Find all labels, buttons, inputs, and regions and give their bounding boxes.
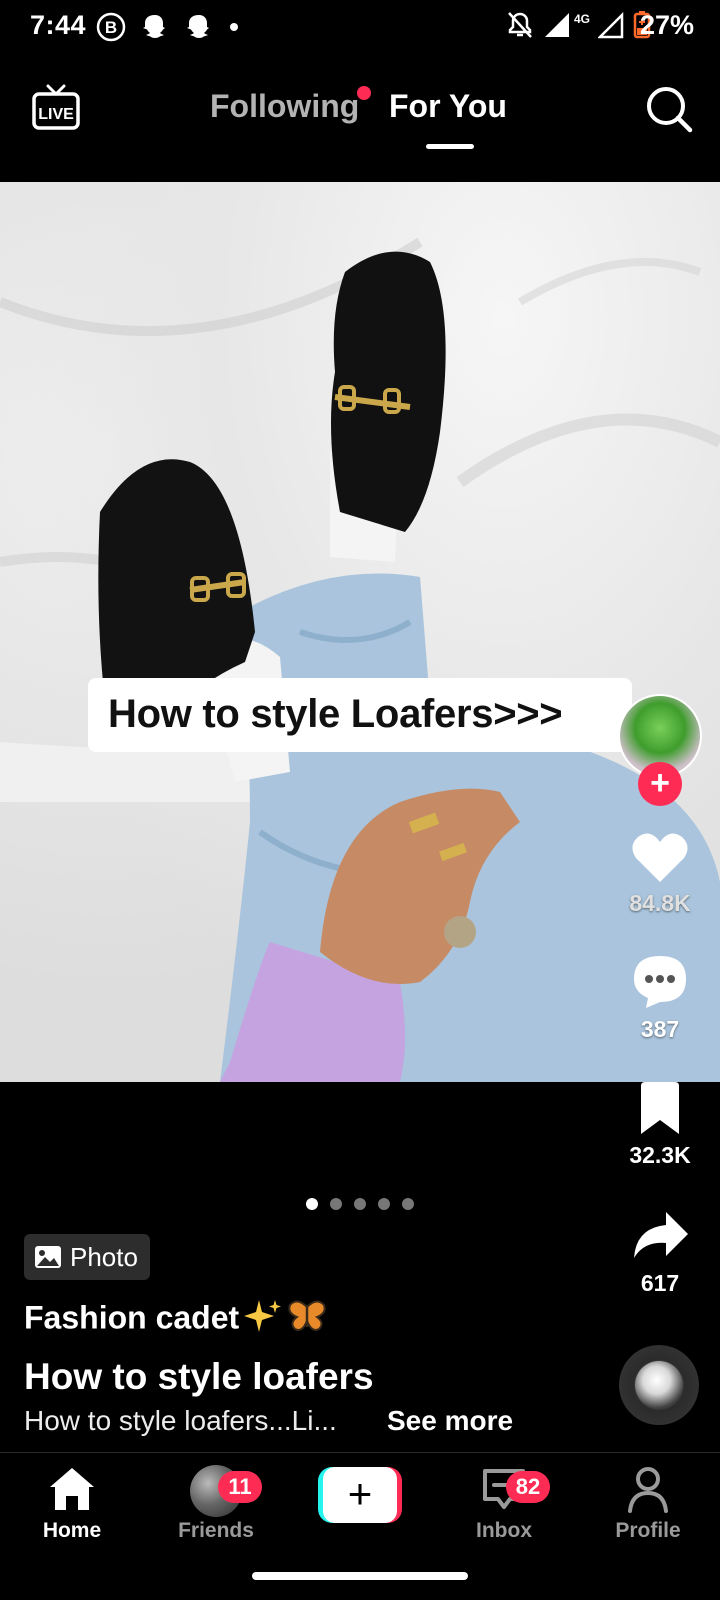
comment-button[interactable]: 387 (614, 952, 706, 1043)
create-button[interactable]: + (318, 1467, 402, 1523)
page-dot[interactable] (402, 1198, 414, 1210)
live-button[interactable]: LIVE (30, 82, 82, 132)
author-name: Fashion cadet (24, 1299, 240, 1336)
post-description: How to style loafers...Li... (24, 1405, 337, 1436)
page-dot[interactable] (354, 1198, 366, 1210)
sparkles-icon (243, 1298, 283, 1342)
status-time: 7:44 (30, 10, 87, 40)
4g-signal-icon (598, 11, 624, 39)
save-button[interactable]: 32.3K (614, 1080, 706, 1169)
photo-mode-badge[interactable]: Photo (24, 1234, 150, 1280)
gesture-home-indicator[interactable] (252, 1572, 468, 1580)
page-dot[interactable] (306, 1198, 318, 1210)
active-tab-indicator (426, 144, 474, 149)
network-type: 4G (573, 12, 590, 26)
author-name-row[interactable]: Fashion cadet (24, 1298, 327, 1342)
nav-profile[interactable]: Profile (588, 1465, 708, 1543)
follow-button[interactable]: + (638, 762, 682, 806)
post-title: How to style loafers (24, 1356, 374, 1397)
music-disc-button[interactable] (619, 1345, 699, 1425)
tab-following[interactable]: Following (210, 88, 359, 125)
nav-profile-label: Profile (615, 1519, 681, 1542)
bookmark-icon (641, 1082, 679, 1134)
top-nav: LIVE Following For You (0, 56, 720, 182)
loafers-photo-illustration (0, 237, 720, 1082)
see-more-link[interactable]: See more (387, 1405, 513, 1437)
post-photo[interactable]: How to style Loafers>>> (0, 182, 720, 1082)
like-count: 84.8K (629, 890, 691, 916)
signal-icon (544, 13, 569, 37)
svg-text:B: B (105, 18, 117, 37)
like-button[interactable]: 84.8K (614, 830, 706, 917)
share-count: 617 (640, 1270, 680, 1296)
svg-text:LIVE: LIVE (38, 106, 74, 123)
page-dot[interactable] (378, 1198, 390, 1210)
notification-icons: B (96, 12, 240, 42)
dot-icon (230, 23, 238, 31)
nav-inbox[interactable]: Inbox 82 (444, 1465, 564, 1543)
save-count: 32.3K (629, 1142, 691, 1168)
nav-friends-label: Friends (178, 1519, 254, 1542)
comment-bubble-icon (634, 956, 686, 1008)
live-tv-icon: LIVE (32, 84, 80, 130)
photo-page-indicator (306, 1198, 414, 1210)
mute-bell-icon (508, 12, 532, 38)
friends-badge: 11 (218, 1471, 262, 1503)
status-bar: 7:44 B 4G 27% (0, 0, 720, 56)
comment-count: 387 (640, 1016, 680, 1042)
heart-icon (632, 833, 688, 882)
nav-home-label: Home (42, 1519, 102, 1542)
nav-home[interactable]: Home (12, 1465, 132, 1543)
b-circle-icon: B (96, 12, 126, 42)
butterfly-icon (287, 1299, 327, 1341)
search-button[interactable] (642, 82, 696, 136)
following-notification-dot (357, 86, 371, 100)
tab-for-you[interactable]: For You (389, 88, 507, 125)
system-icons: 4G (506, 10, 652, 40)
search-icon (647, 87, 693, 133)
snapchat-icon (143, 15, 165, 38)
nav-inbox-label: Inbox (476, 1519, 532, 1542)
snapchat-icon (187, 15, 209, 38)
battery-percent: 27% (639, 10, 694, 40)
profile-person-icon (628, 1467, 668, 1513)
share-arrow-icon (634, 1212, 688, 1258)
plus-icon: + (323, 1467, 397, 1523)
photo-badge-label: Photo (70, 1241, 138, 1272)
share-button[interactable]: 617 (614, 1208, 706, 1297)
page-dot[interactable] (330, 1198, 342, 1210)
nav-friends[interactable]: Friends 11 (156, 1465, 276, 1543)
inbox-badge: 82 (506, 1471, 550, 1503)
music-disc-icon (635, 1361, 683, 1409)
photo-caption: How to style Loafers>>> (108, 692, 563, 736)
image-icon (35, 1246, 61, 1268)
home-icon (50, 1468, 94, 1510)
